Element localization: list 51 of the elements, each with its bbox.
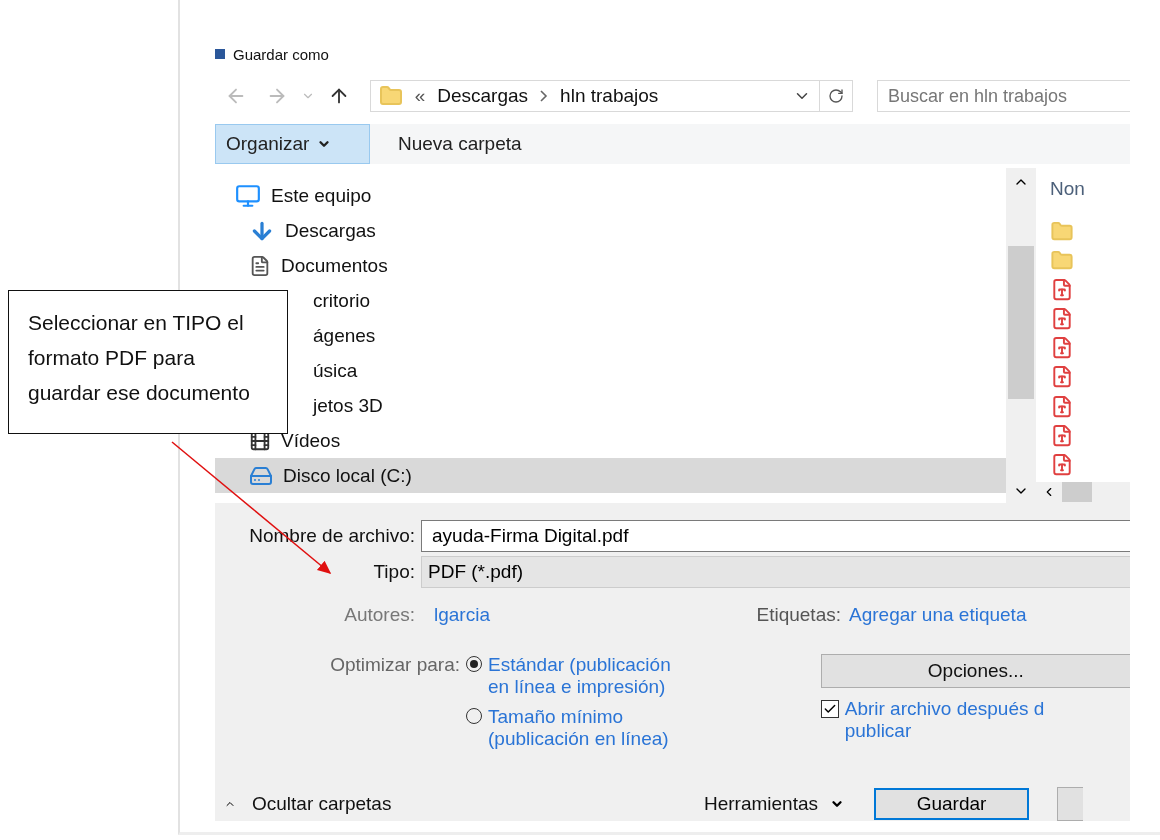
organize-button[interactable]: Organizar (215, 124, 370, 164)
authors-link[interactable]: lgarcia (434, 604, 756, 626)
filename-field[interactable]: ayuda-Firma Digital.pdf (421, 520, 1130, 552)
checkbox[interactable] (820, 700, 839, 718)
monitor-icon (235, 182, 261, 209)
search-field[interactable]: Buscar en hln trabajos (877, 80, 1130, 112)
overflow-chevrons[interactable]: « (414, 85, 426, 107)
address-bar[interactable]: « Descargas hln trabajos (369, 80, 820, 112)
breadcrumb[interactable]: Descargas (437, 85, 529, 107)
type-label: Tipo: (372, 561, 415, 583)
app-icon (215, 49, 225, 59)
checkbox-label[interactable]: Abrir archivo después d publicar (844, 698, 1045, 742)
pdf-file-icon (1050, 278, 1074, 302)
nav-item[interactable]: ágenes (313, 318, 1006, 353)
folder-icon (378, 84, 403, 108)
type-dropdown[interactable]: PDF (*.pdf) (421, 556, 1130, 588)
nav-item[interactable]: Documentos (215, 248, 1006, 283)
refresh-button[interactable] (819, 80, 853, 112)
tags-label: Etiquetas: (756, 604, 841, 626)
scrollbar-thumb[interactable] (1062, 482, 1092, 503)
nav-item[interactable]: jetos 3D (313, 388, 1006, 423)
pdf-file-icon (1050, 394, 1074, 418)
new-folder-button[interactable]: Nueva carpeta (370, 124, 550, 164)
breadcrumb[interactable]: hln trabajos (560, 85, 659, 107)
refresh-icon (827, 88, 844, 104)
nav-item[interactable]: úsica (313, 353, 1006, 388)
nav-item[interactable]: Disco local (C:) (215, 458, 1006, 493)
options-button[interactable]: Opciones... (820, 654, 1130, 688)
column-header[interactable]: Non (1050, 178, 1130, 200)
nav-item[interactable]: Este equipo (215, 178, 1006, 213)
pdf-file-icon (1050, 365, 1074, 389)
add-tag-link[interactable]: Agregar una etiqueta (849, 604, 1027, 626)
pdf-file-icon (1050, 307, 1074, 331)
optimize-label: Optimizar para: (329, 654, 460, 676)
radio-label[interactable]: Tamaño mínimo (publicación en línea) (488, 706, 669, 750)
annotation-callout-tooltip: Seleccionar en TIPO el formato PDF para guardar ese documento (8, 290, 288, 434)
radio-label[interactable]: Estándar (publicación en línea e impresión) (488, 654, 671, 698)
pdf-file-icon (1050, 423, 1074, 447)
nav-item[interactable]: critorio (313, 283, 1006, 318)
scrollbar-thumb[interactable] (1008, 246, 1034, 399)
pdf-file-icon (1050, 336, 1074, 360)
hide-folders-link[interactable]: Ocultar carpetas (252, 793, 704, 815)
document-icon (249, 254, 271, 277)
save-button[interactable]: Guardar (874, 788, 1030, 820)
window-title: Guardar como (233, 45, 329, 63)
pdf-file-icon (1050, 452, 1074, 476)
nav-item[interactable]: Descargas (215, 213, 1006, 248)
chevron-right-icon (540, 90, 549, 102)
tools-menu[interactable]: Herramientas (704, 793, 819, 815)
authors-label: Autores: (343, 604, 415, 626)
check-icon (822, 702, 837, 716)
